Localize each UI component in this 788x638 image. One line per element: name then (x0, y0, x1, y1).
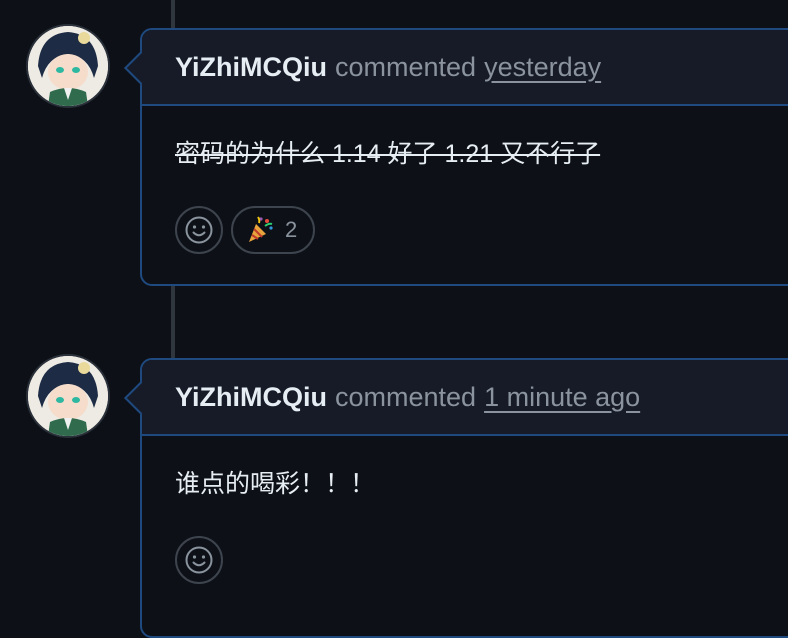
comment-text: 密码的为什么 1.14 好了 1.21 又不行了 (175, 140, 601, 168)
smiley-icon (185, 546, 213, 574)
comment-card: YiZhiMCQiu commented 1 minute ago 谁点的喝彩！… (140, 358, 788, 638)
avatar-image (28, 26, 108, 106)
comment-text: 谁点的喝彩！！！ (175, 470, 376, 498)
add-reaction-button[interactable] (175, 206, 223, 254)
timestamp-link[interactable]: 1 minute ago (484, 382, 640, 413)
comment-card: YiZhiMCQiu commented yesterday 密码的为什么 1.… (140, 28, 788, 286)
avatar-image (28, 356, 108, 436)
add-reaction-button[interactable] (175, 536, 223, 584)
tada-icon (249, 216, 273, 242)
comment-verb: commented (334, 381, 477, 412)
author-avatar[interactable] (26, 354, 110, 438)
author-avatar[interactable] (26, 24, 110, 108)
timestamp-link[interactable]: yesterday (484, 52, 601, 83)
comment-header: YiZhiMCQiu commented 1 minute ago (142, 360, 788, 436)
comment-body: 密码的为什么 1.14 好了 1.21 又不行了 2 (142, 106, 788, 284)
author-link[interactable]: YiZhiMCQiu (175, 382, 327, 413)
comment-header: YiZhiMCQiu commented yesterday (142, 30, 788, 106)
reactions-bar: 2 (175, 206, 765, 284)
reaction-count: 2 (285, 217, 298, 242)
comment-body: 谁点的喝彩！！！ (142, 436, 788, 614)
reactions-bar (175, 536, 765, 614)
smiley-icon (185, 216, 213, 244)
reaction-tada-button[interactable]: 2 (231, 206, 316, 254)
author-link[interactable]: YiZhiMCQiu (175, 52, 327, 83)
comment-verb: commented (334, 51, 477, 82)
